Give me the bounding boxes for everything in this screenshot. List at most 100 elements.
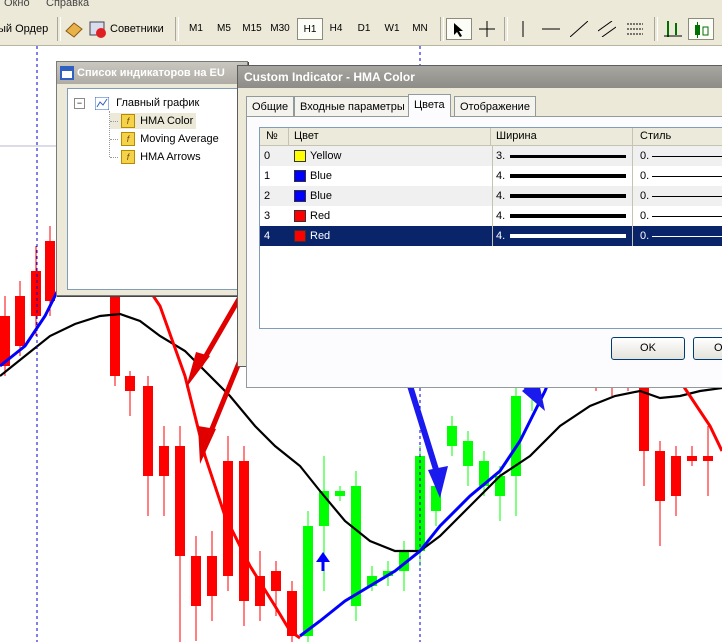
candle-body bbox=[110, 296, 120, 376]
tab-general[interactable]: Общие bbox=[246, 96, 295, 116]
color-name[interactable]: Blue bbox=[310, 166, 332, 186]
cursor-icon bbox=[454, 23, 463, 37]
timeframe-m15[interactable]: M15 bbox=[239, 18, 265, 40]
style-line bbox=[652, 196, 722, 197]
grid-header: № Цвет Ширина Стиль bbox=[260, 128, 722, 146]
window-icon bbox=[60, 66, 74, 80]
style-line bbox=[652, 176, 722, 177]
width-line bbox=[510, 214, 626, 218]
indicator-list-title[interactable]: Список индикаторов на EU bbox=[57, 62, 247, 84]
menu-bar: Окно Справка bbox=[0, 0, 722, 13]
candle-body bbox=[125, 376, 135, 391]
timeframe-h4[interactable]: H4 bbox=[323, 18, 349, 40]
row-num: 2 bbox=[264, 190, 271, 202]
function-icon: f bbox=[121, 150, 136, 165]
tab-visualization[interactable]: Отображение bbox=[454, 96, 536, 116]
color-name[interactable]: Red bbox=[310, 226, 330, 246]
cursor-button[interactable] bbox=[446, 18, 472, 40]
text-tool-button[interactable] bbox=[660, 18, 686, 40]
color-swatch[interactable] bbox=[294, 210, 306, 222]
fibonacci-button[interactable] bbox=[622, 18, 648, 40]
style-value[interactable]: 0. bbox=[640, 206, 649, 226]
tree-item-hma-arrows[interactable]: f HMA Arrows bbox=[110, 149, 201, 165]
candle-body bbox=[655, 451, 665, 501]
tree-root[interactable]: − Главный график bbox=[74, 95, 199, 111]
candle-body bbox=[143, 386, 153, 476]
col-color: Цвет bbox=[294, 130, 319, 142]
function-icon: f bbox=[121, 114, 136, 129]
timeframe-m30[interactable]: M30 bbox=[267, 18, 293, 40]
candle-body bbox=[159, 446, 169, 476]
dialog-title[interactable]: Custom Indicator - HMA Color bbox=[238, 66, 722, 88]
line-chart-button[interactable] bbox=[714, 18, 722, 40]
row-num: 0 bbox=[264, 150, 271, 162]
candle-body bbox=[447, 426, 457, 446]
candle-body bbox=[223, 461, 233, 576]
timeframe-d1[interactable]: D1 bbox=[351, 18, 377, 40]
color-name[interactable]: Yellow bbox=[310, 146, 341, 166]
cancel-button[interactable]: От bbox=[693, 337, 722, 360]
experts-button[interactable]: Советники bbox=[110, 19, 164, 39]
colors-grid[interactable]: № Цвет Ширина Стиль 0 Yellow 3. 0. 1 Blue 4. 0.… bbox=[259, 127, 722, 329]
tree-item-hma-color[interactable]: f HMA Color bbox=[110, 113, 197, 129]
width-value[interactable]: 4. bbox=[496, 206, 505, 226]
crosshair-icon bbox=[479, 21, 495, 37]
style-line bbox=[652, 236, 722, 237]
chart-window-icon bbox=[94, 96, 110, 111]
menu-help[interactable]: Справка bbox=[46, 0, 89, 9]
col-width: Ширина bbox=[496, 130, 537, 142]
timeframe-m5[interactable]: M5 bbox=[211, 18, 237, 40]
color-row[interactable]: 3 Red 4. 0. bbox=[260, 206, 722, 226]
width-value[interactable]: 4. bbox=[496, 186, 505, 206]
vertical-line-button[interactable] bbox=[510, 18, 536, 40]
menu-window[interactable]: Окно bbox=[4, 0, 30, 9]
candle-body bbox=[303, 526, 313, 636]
channel-button[interactable] bbox=[594, 18, 620, 40]
trendline-button[interactable] bbox=[566, 18, 592, 40]
style-value[interactable]: 0. bbox=[640, 166, 649, 186]
color-row[interactable]: 1 Blue 4. 0. bbox=[260, 166, 722, 186]
width-value[interactable]: 4. bbox=[496, 166, 505, 186]
candle-body bbox=[239, 461, 249, 601]
candle-body bbox=[207, 556, 217, 596]
width-value[interactable]: 4. bbox=[496, 226, 505, 246]
ok-button[interactable]: OK bbox=[611, 337, 685, 360]
style-value[interactable]: 0. bbox=[640, 226, 649, 246]
color-row[interactable]: 4 Red 4. 0. bbox=[260, 226, 722, 246]
timeframe-w1[interactable]: W1 bbox=[379, 18, 405, 40]
style-line bbox=[652, 216, 722, 217]
candle-body bbox=[351, 486, 361, 606]
crosshair-button[interactable] bbox=[474, 18, 500, 40]
indicator-tree[interactable]: − Главный график f HMA Color f Moving Aver… bbox=[67, 88, 244, 290]
width-line bbox=[510, 194, 626, 198]
candles-button[interactable] bbox=[688, 18, 714, 40]
candle-body bbox=[191, 556, 201, 606]
width-value[interactable]: 3. bbox=[496, 146, 505, 166]
new-order-button[interactable]: ый Ордер bbox=[0, 19, 48, 39]
color-swatch[interactable] bbox=[294, 190, 306, 202]
candle-body bbox=[175, 446, 185, 556]
candlestick-icon bbox=[695, 22, 709, 38]
tab-colors[interactable]: Цвета bbox=[408, 94, 451, 117]
tree-item-moving-average[interactable]: f Moving Average bbox=[110, 131, 219, 147]
color-swatch[interactable] bbox=[294, 150, 306, 162]
horizontal-line-button[interactable] bbox=[538, 18, 564, 40]
history-center-icon[interactable] bbox=[64, 19, 84, 39]
timeframe-h1[interactable]: H1 bbox=[297, 18, 323, 40]
color-swatch[interactable] bbox=[294, 230, 306, 242]
color-name[interactable]: Red bbox=[310, 206, 330, 226]
color-row[interactable]: 2 Blue 4. 0. bbox=[260, 186, 722, 206]
col-num: № bbox=[266, 130, 278, 142]
color-name[interactable]: Blue bbox=[310, 186, 332, 206]
collapse-icon[interactable]: − bbox=[74, 97, 85, 109]
color-swatch[interactable] bbox=[294, 170, 306, 182]
row-num: 4 bbox=[264, 230, 271, 242]
color-row[interactable]: 0 Yellow 3. 0. bbox=[260, 146, 722, 166]
style-value[interactable]: 0. bbox=[640, 146, 649, 166]
style-value[interactable]: 0. bbox=[640, 186, 649, 206]
custom-indicator-dialog: Custom Indicator - HMA Color Общие Входн… bbox=[237, 65, 722, 388]
timeframe-m1[interactable]: M1 bbox=[183, 18, 209, 40]
timeframe-mn[interactable]: MN bbox=[407, 18, 433, 40]
style-line bbox=[652, 156, 722, 157]
tab-inputs[interactable]: Входные параметры bbox=[294, 96, 411, 116]
